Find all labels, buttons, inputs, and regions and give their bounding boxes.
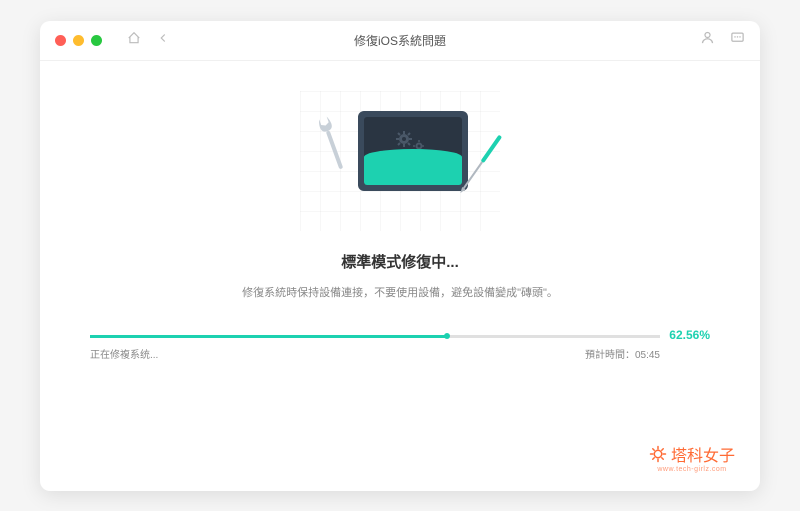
right-icons xyxy=(700,30,745,50)
progress-percent: 62.56% xyxy=(669,328,710,342)
progress-labels: 正在修複系统... 預計時間：05:45 xyxy=(90,346,660,361)
status-heading: 標準模式修復中... xyxy=(341,251,459,272)
close-button[interactable] xyxy=(55,35,66,46)
watermark-url: www.tech-girlz.com xyxy=(657,466,726,473)
maximize-button[interactable] xyxy=(91,35,102,46)
minimize-button[interactable] xyxy=(73,35,84,46)
back-icon[interactable] xyxy=(156,31,170,50)
repair-illustration xyxy=(300,91,500,231)
watermark: 塔科女子 www.tech-girlz.com xyxy=(649,442,735,473)
window-title: 修復iOS系統問題 xyxy=(354,32,446,49)
watermark-brand: 塔科女子 xyxy=(649,442,735,466)
titlebar: 修復iOS系統問題 xyxy=(40,21,760,61)
sun-icon xyxy=(649,445,667,463)
progress-eta: 預計時間：05:45 xyxy=(585,346,660,361)
main-content: 標準模式修復中... 修復系統時保持設備連接，不要使用設備，避免設備變成"磚頭"… xyxy=(40,61,760,361)
traffic-lights xyxy=(55,35,102,46)
user-icon[interactable] xyxy=(700,30,715,50)
progress-bar xyxy=(90,335,660,338)
progress-status: 正在修複系统... xyxy=(90,346,158,361)
home-icon[interactable] xyxy=(127,31,141,50)
chat-icon[interactable] xyxy=(730,30,745,50)
status-subtext: 修復系統時保持設備連接，不要使用設備，避免設備變成"磚頭"。 xyxy=(242,284,558,300)
app-window: 修復iOS系統問題 xyxy=(40,21,760,491)
progress-fill xyxy=(90,335,447,338)
progress-container: 62.56% 正在修複系统... 預計時間：05:45 xyxy=(90,335,710,361)
tablet-device xyxy=(358,111,468,191)
nav-icons xyxy=(127,31,170,50)
